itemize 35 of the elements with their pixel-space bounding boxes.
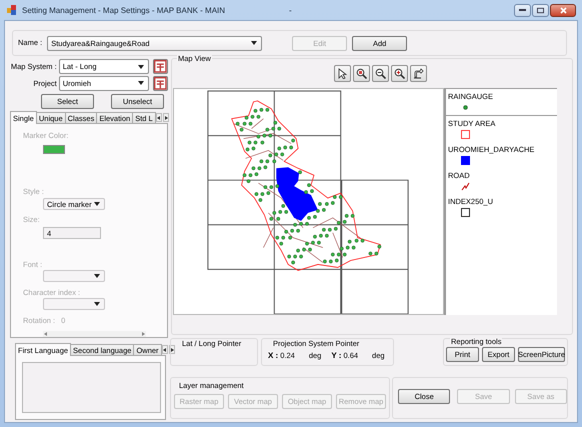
window-title: Setting Management - Map Settings - MAP BANK - MAIN — [22, 6, 226, 14]
app-icon — [7, 5, 17, 15]
zoom-out-icon — [375, 68, 386, 79]
maximize-icon — [537, 6, 544, 14]
table-icon — [154, 76, 168, 90]
left-arrow-icon — [162, 348, 167, 352]
map-system-button[interactable] — [153, 59, 168, 74]
minimize-button[interactable] — [514, 4, 531, 16]
right-arrow-icon — [164, 116, 168, 120]
dropdown-arrow-icon — [138, 64, 144, 69]
pointer-tool-button[interactable] — [334, 65, 351, 82]
dropdown-arrow-icon — [94, 202, 100, 206]
right-arrow-icon — [170, 348, 174, 352]
project-button[interactable] — [153, 76, 168, 91]
dropdown-arrow-icon — [138, 81, 144, 86]
tab-scroll-right-button[interactable] — [162, 113, 169, 122]
zoom-out-button[interactable] — [372, 65, 389, 82]
dropdown-arrow-icon — [251, 41, 258, 45]
table-icon — [154, 60, 168, 74]
zoom-in-button[interactable] — [391, 65, 408, 82]
arrow-cursor-icon — [337, 68, 348, 79]
dropdown-arrow-icon — [94, 274, 100, 278]
zoom-in-icon — [394, 68, 405, 79]
coordinate-label: Y : — [331, 351, 342, 360]
left-arrow-icon — [156, 116, 161, 120]
pan-button[interactable] — [410, 65, 427, 82]
zoom-box-button[interactable] — [353, 65, 370, 82]
minimize-icon — [519, 6, 526, 14]
close-button[interactable] — [550, 4, 576, 16]
dropdown-arrow-icon — [94, 302, 100, 306]
close-icon — [560, 6, 566, 14]
coordinate-label: X : — [268, 351, 278, 360]
magnifier-icon — [356, 68, 367, 79]
maximize-button[interactable] — [532, 4, 549, 16]
title-text: - — [289, 6, 292, 14]
